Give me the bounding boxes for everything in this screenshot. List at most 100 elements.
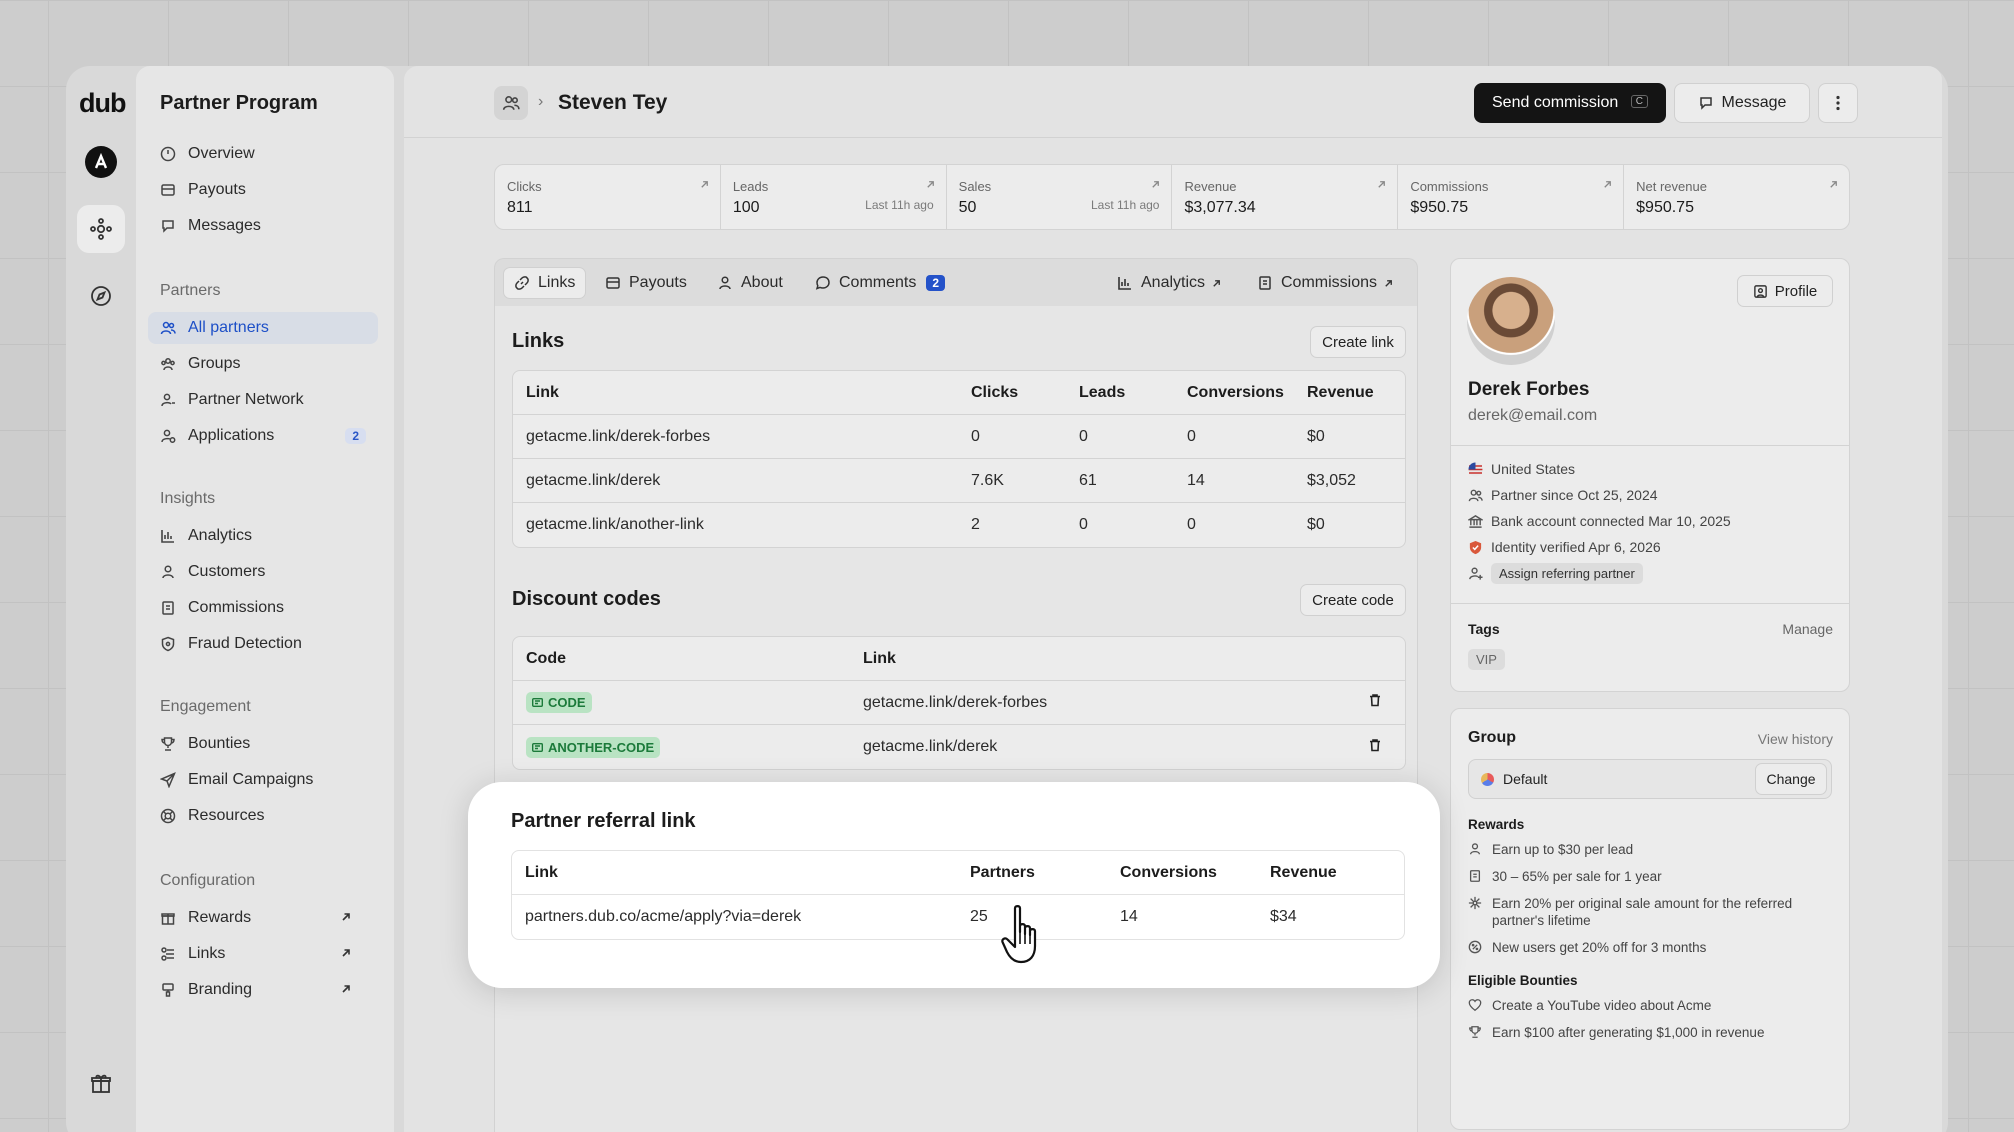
column-header[interactable]: Conversions: [1107, 851, 1257, 895]
tab-analytics[interactable]: Analytics: [1117, 267, 1230, 299]
assign-referring-partner-button[interactable]: Assign referring partner: [1491, 563, 1643, 584]
profile-button[interactable]: Profile: [1737, 275, 1833, 307]
stat-label: Leads: [732, 179, 769, 194]
column-header[interactable]: Link: [850, 637, 1355, 681]
partner-country: United States: [1468, 461, 1575, 477]
view-history-link[interactable]: View history: [1758, 731, 1833, 747]
tab-label: About: [741, 274, 783, 291]
sidebar-item-payouts[interactable]: Payouts: [148, 174, 378, 206]
tab-label: Comments: [839, 274, 917, 291]
external-arrow-icon: [1604, 181, 1612, 188]
stat-sales[interactable]: Sales 50 Last 11h ago: [947, 165, 1173, 229]
manage-tags-link[interactable]: Manage: [1782, 621, 1833, 637]
link-cell[interactable]: getacme.link/another-link: [513, 503, 958, 547]
bounty-item[interactable]: Create a YouTube video about Acme: [1468, 997, 1838, 1014]
sidebar-item-messages[interactable]: Messages: [148, 210, 378, 242]
link-cell[interactable]: getacme.link/derek: [513, 459, 958, 503]
column-header[interactable]: Partners: [957, 851, 1107, 895]
stat-leads[interactable]: Leads 100 Last 11h ago: [721, 165, 947, 229]
network-icon: [1468, 896, 1482, 910]
message-button[interactable]: Message: [1674, 83, 1810, 123]
external-arrow-icon: [1830, 181, 1837, 188]
link-cell[interactable]: getacme.link/derek-forbes: [850, 681, 1355, 725]
table-row[interactable]: getacme.link/another-link 2 0 0 $0: [513, 503, 1405, 547]
external-arrow-icon: [1378, 181, 1386, 188]
column-header[interactable]: Revenue: [1257, 851, 1404, 895]
partner-email[interactable]: derek@email.com: [1468, 407, 1597, 425]
tag-vip[interactable]: VIP: [1468, 649, 1505, 670]
column-header[interactable]: Link: [512, 851, 957, 895]
sidebar-item-analytics[interactable]: Analytics: [148, 520, 378, 552]
heart-icon: [1468, 999, 1482, 1012]
applications-count-badge: 2: [345, 428, 366, 444]
code-tag[interactable]: CODE: [526, 692, 592, 713]
partner-name: Derek Forbes: [1468, 379, 1590, 400]
message-label: Message: [1721, 94, 1787, 111]
referral-link-cell[interactable]: partners.dub.co/acme/apply?via=derek: [512, 895, 957, 939]
sidebar-item-bounties[interactable]: Bounties: [148, 728, 378, 760]
column-header[interactable]: Revenue: [1294, 371, 1405, 415]
sidebar-item-label: Bounties: [188, 735, 251, 752]
table-row[interactable]: getacme.link/derek-forbes 0 0 0 $0: [513, 415, 1405, 459]
tab-comments[interactable]: Comments 2: [815, 267, 946, 299]
sidebar-item-label: Payouts: [188, 181, 246, 198]
column-header[interactable]: Clicks: [958, 371, 1066, 415]
tab-about[interactable]: About: [717, 267, 783, 299]
sidebar-item-applications[interactable]: Applications 2: [148, 420, 378, 452]
sidebar-item-partner-network[interactable]: Partner Network: [148, 384, 378, 416]
column-header[interactable]: Code: [513, 637, 850, 681]
link-cell[interactable]: getacme.link/derek-forbes: [513, 415, 958, 459]
trash-icon[interactable]: [1368, 738, 1382, 752]
sidebar-item-commissions[interactable]: Commissions: [148, 592, 378, 624]
bounty-item[interactable]: Earn $100 after generating $1,000 in rev…: [1468, 1024, 1838, 1041]
column-header[interactable]: Link: [513, 371, 958, 415]
sidebar-item-links[interactable]: Links: [148, 938, 378, 970]
stat-commissions[interactable]: Commissions $950.75: [1398, 165, 1625, 229]
compass-icon[interactable]: [77, 272, 125, 320]
sidebar-item-label: Messages: [188, 217, 261, 234]
sidebar-item-branding[interactable]: Branding: [148, 974, 378, 1006]
sidebar-item-resources[interactable]: Resources: [148, 800, 378, 832]
sidebar-item-overview[interactable]: Overview: [148, 138, 378, 170]
sidebar-item-email-campaigns[interactable]: Email Campaigns: [148, 764, 378, 796]
stat-clicks[interactable]: Clicks 811: [495, 165, 721, 229]
stat-value: $950.75: [1636, 199, 1694, 216]
sidebar-item-fraud-detection[interactable]: Fraud Detection: [148, 628, 378, 660]
sidebar-item-rewards[interactable]: Rewards: [148, 902, 378, 934]
column-header[interactable]: Leads: [1066, 371, 1174, 415]
code-tag[interactable]: ANOTHER-CODE: [526, 736, 661, 758]
sidebar-item-all-partners[interactable]: All partners: [148, 312, 378, 344]
stat-label: Clicks: [507, 179, 542, 194]
change-group-button[interactable]: Change: [1755, 763, 1827, 795]
column-header[interactable]: Conversions: [1174, 371, 1294, 415]
workspace-avatar[interactable]: [77, 138, 125, 186]
dub-logo[interactable]: dub: [79, 88, 126, 119]
tab-links[interactable]: Links: [503, 267, 587, 299]
assign-referring-partner: Assign referring partner: [1468, 563, 1643, 584]
stat-revenue[interactable]: Revenue $3,077.34: [1172, 165, 1399, 229]
create-code-button[interactable]: Create code: [1300, 584, 1406, 616]
users-icon: [502, 96, 520, 110]
payouts-icon: [161, 184, 175, 196]
table-row[interactable]: partners.dub.co/acme/apply?via=derek 25 …: [512, 895, 1404, 939]
create-link-button[interactable]: Create link: [1310, 326, 1406, 358]
link-cell[interactable]: getacme.link/derek: [850, 725, 1355, 769]
sidebar-item-customers[interactable]: Customers: [148, 556, 378, 588]
gift-icon[interactable]: [77, 1060, 125, 1108]
code-cell: CODE: [513, 681, 850, 725]
group-title: Group: [1468, 729, 1516, 746]
trash-icon[interactable]: [1368, 693, 1382, 707]
table-header-row: Link Partners Conversions Revenue: [512, 851, 1404, 895]
partners-nav-icon[interactable]: [77, 205, 125, 253]
tab-payouts[interactable]: Payouts: [605, 267, 687, 299]
tab-commissions[interactable]: Commissions: [1257, 267, 1402, 299]
send-commission-button[interactable]: Send commission C: [1474, 83, 1666, 123]
table-row[interactable]: CODE getacme.link/derek-forbes: [513, 681, 1405, 725]
partners-breadcrumb[interactable]: [494, 86, 528, 120]
more-options-button[interactable]: [1818, 83, 1858, 123]
table-row[interactable]: ANOTHER-CODE getacme.link/derek: [513, 725, 1405, 769]
sidebar-item-groups[interactable]: Groups: [148, 348, 378, 380]
stat-net-revenue[interactable]: Net revenue $950.75: [1624, 165, 1849, 229]
table-row[interactable]: getacme.link/derek 7.6K 61 14 $3,052: [513, 459, 1405, 503]
send-icon: [160, 772, 176, 788]
